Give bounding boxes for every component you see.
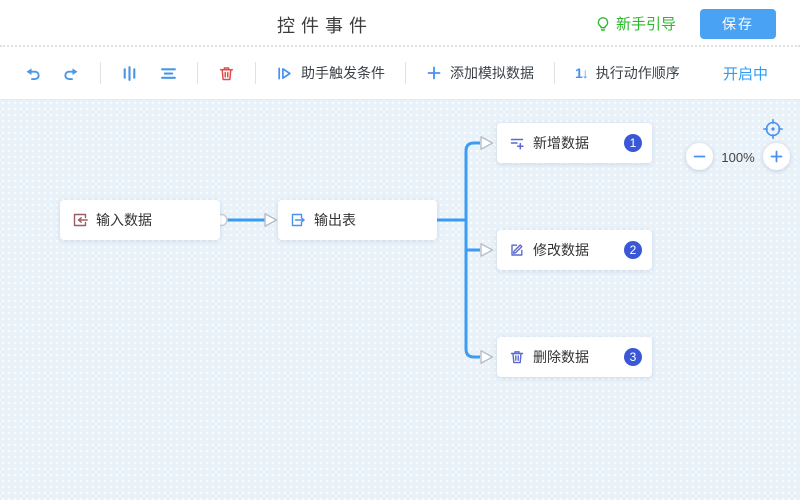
export-icon — [290, 212, 306, 228]
edges-layer — [0, 100, 800, 500]
align-horizontal-button[interactable] — [154, 61, 183, 86]
beginner-guide-link[interactable]: 新手引导 — [595, 13, 676, 34]
assistant-trigger-label: 助手触发条件 — [301, 63, 385, 83]
divider — [255, 62, 256, 84]
play-trigger-icon — [276, 65, 293, 82]
node-output-table[interactable]: 输出表 — [278, 200, 437, 240]
redo-button[interactable] — [57, 61, 86, 86]
node-label: 删除数据 — [533, 347, 589, 367]
status-badge[interactable]: 开启中 — [723, 63, 768, 84]
add-row-icon — [509, 135, 525, 151]
divider — [554, 62, 555, 84]
header: 控件事件 新手引导 保存 — [0, 0, 800, 47]
node-order-badge: 2 — [624, 241, 642, 259]
trash-icon — [218, 65, 235, 82]
beginner-guide-label: 新手引导 — [616, 13, 676, 34]
header-actions: 新手引导 保存 — [595, 0, 776, 47]
action-order-label: 执行动作顺序 — [596, 63, 680, 83]
divider — [405, 62, 406, 84]
import-icon — [72, 212, 88, 228]
zoom-out-icon — [692, 149, 707, 164]
align-horizontal-icon — [160, 65, 177, 82]
node-input-data[interactable]: 输入数据 — [60, 200, 220, 240]
node-add-data[interactable]: 新增数据 1 — [497, 123, 652, 163]
assistant-trigger-button[interactable]: 助手触发条件 — [270, 59, 391, 87]
locate-button[interactable] — [761, 117, 785, 141]
crosshair-icon — [761, 117, 785, 141]
undo-button[interactable] — [18, 61, 47, 86]
node-order-badge: 1 — [624, 134, 642, 152]
lightbulb-icon — [595, 16, 611, 32]
save-button[interactable]: 保存 — [700, 9, 776, 39]
delete-button[interactable] — [212, 61, 241, 86]
toolbar: 助手触发条件 添加模拟数据 1↓ 执行动作顺序 开启中 — [0, 47, 800, 100]
node-label: 输入数据 — [96, 210, 152, 230]
plus-icon — [426, 65, 442, 81]
add-mock-data-label: 添加模拟数据 — [450, 63, 534, 83]
node-modify-data[interactable]: 修改数据 2 — [497, 230, 652, 270]
action-order-button[interactable]: 1↓ 执行动作顺序 — [569, 59, 686, 87]
divider — [197, 62, 198, 84]
align-vertical-button[interactable] — [115, 61, 144, 86]
order-icon: 1↓ — [575, 65, 588, 81]
save-label: 保存 — [722, 14, 754, 34]
redo-icon — [63, 65, 80, 82]
delete-icon — [509, 349, 525, 365]
page-title: 控件事件 — [277, 12, 373, 38]
zoom-level-label: 100% — [715, 150, 761, 165]
node-label: 修改数据 — [533, 240, 589, 260]
node-label: 输出表 — [314, 210, 356, 230]
add-mock-data-button[interactable]: 添加模拟数据 — [420, 59, 540, 87]
node-order-badge: 3 — [624, 348, 642, 366]
node-delete-data[interactable]: 删除数据 3 — [497, 337, 652, 377]
zoom-in-icon — [769, 149, 784, 164]
divider — [100, 62, 101, 84]
align-vertical-icon — [121, 65, 138, 82]
flow-canvas[interactable]: 输入数据 输出表 新增数据 1 — [0, 100, 800, 500]
node-label: 新增数据 — [533, 133, 589, 153]
edit-icon — [509, 242, 525, 258]
undo-icon — [24, 65, 41, 82]
zoom-in-button[interactable] — [763, 143, 790, 170]
zoom-out-button[interactable] — [686, 143, 713, 170]
